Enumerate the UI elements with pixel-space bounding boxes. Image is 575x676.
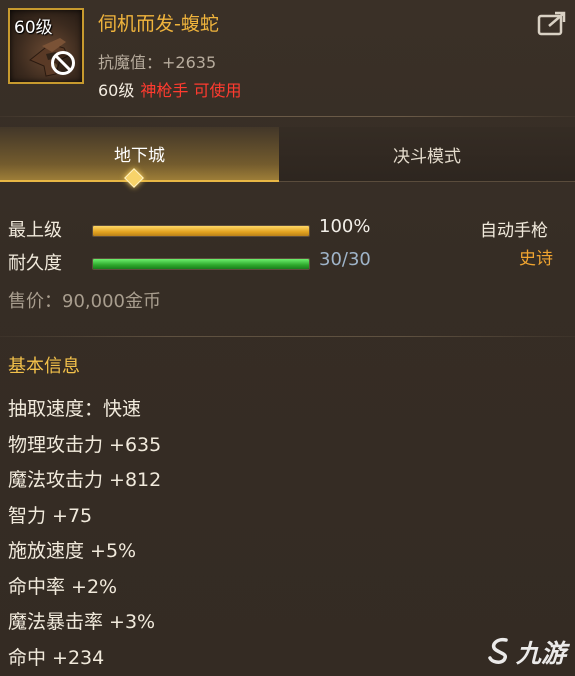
attribute-line: 物理攻击力 +635 — [8, 434, 162, 456]
jiuyou-watermark: 九游 — [486, 632, 572, 670]
attribute-line: 命中 +234 — [8, 647, 105, 669]
grade-label: 最上级 — [8, 220, 62, 241]
attribute-line: 命中率 +2% — [8, 576, 118, 598]
durability-value: 30/30 — [319, 249, 371, 270]
tab-duel-mode[interactable]: 决斗模式 — [279, 127, 575, 182]
header-divider — [0, 116, 575, 117]
item-header: 60级 伺机而发-蝮蛇 抗魔值：+2635 60级 神枪手 可使用 — [0, 0, 575, 108]
sell-price: 售价：90,000金币 — [8, 291, 161, 312]
attribute-line: 抽取速度：快速 — [8, 398, 142, 420]
durability-bar — [92, 258, 310, 270]
required-level: 60级 — [98, 81, 135, 100]
watermark-text: 九游 — [516, 639, 567, 668]
grade-bar — [92, 225, 310, 237]
jiuyou-logo-icon — [488, 637, 508, 664]
durability-bar-fill — [93, 259, 309, 269]
attribute-line: 智力 +75 — [8, 505, 93, 527]
rarity-label: 史诗 — [519, 249, 553, 269]
attribute-line: 魔法暴击率 +3% — [8, 611, 156, 633]
share-icon[interactable] — [537, 10, 567, 36]
grade-value: 100% — [319, 216, 371, 237]
item-icon[interactable]: 60级 — [8, 8, 84, 84]
weapon-type: 自动手枪 — [480, 221, 548, 241]
basic-info-title: 基本信息 — [8, 356, 80, 377]
attribute-line: 施放速度 +5% — [8, 540, 137, 562]
required-class: 神枪手 可使用 — [140, 81, 242, 100]
section-divider — [0, 336, 575, 337]
item-title: 伺机而发-蝮蛇 — [98, 13, 219, 35]
durability-label: 耐久度 — [8, 253, 62, 274]
requirement-line: 60级 神枪手 可使用 — [98, 77, 241, 101]
mode-tabs: 地下城 决斗模式 — [0, 127, 575, 182]
forbidden-icon — [51, 51, 75, 75]
magic-resist-value: 抗魔值：+2635 — [98, 53, 217, 72]
item-level-badge: 60级 — [14, 18, 53, 38]
grade-bar-fill — [93, 226, 309, 236]
attribute-line: 魔法攻击力 +812 — [8, 469, 162, 491]
durability-row: 耐久度 30/30 — [8, 249, 568, 275]
